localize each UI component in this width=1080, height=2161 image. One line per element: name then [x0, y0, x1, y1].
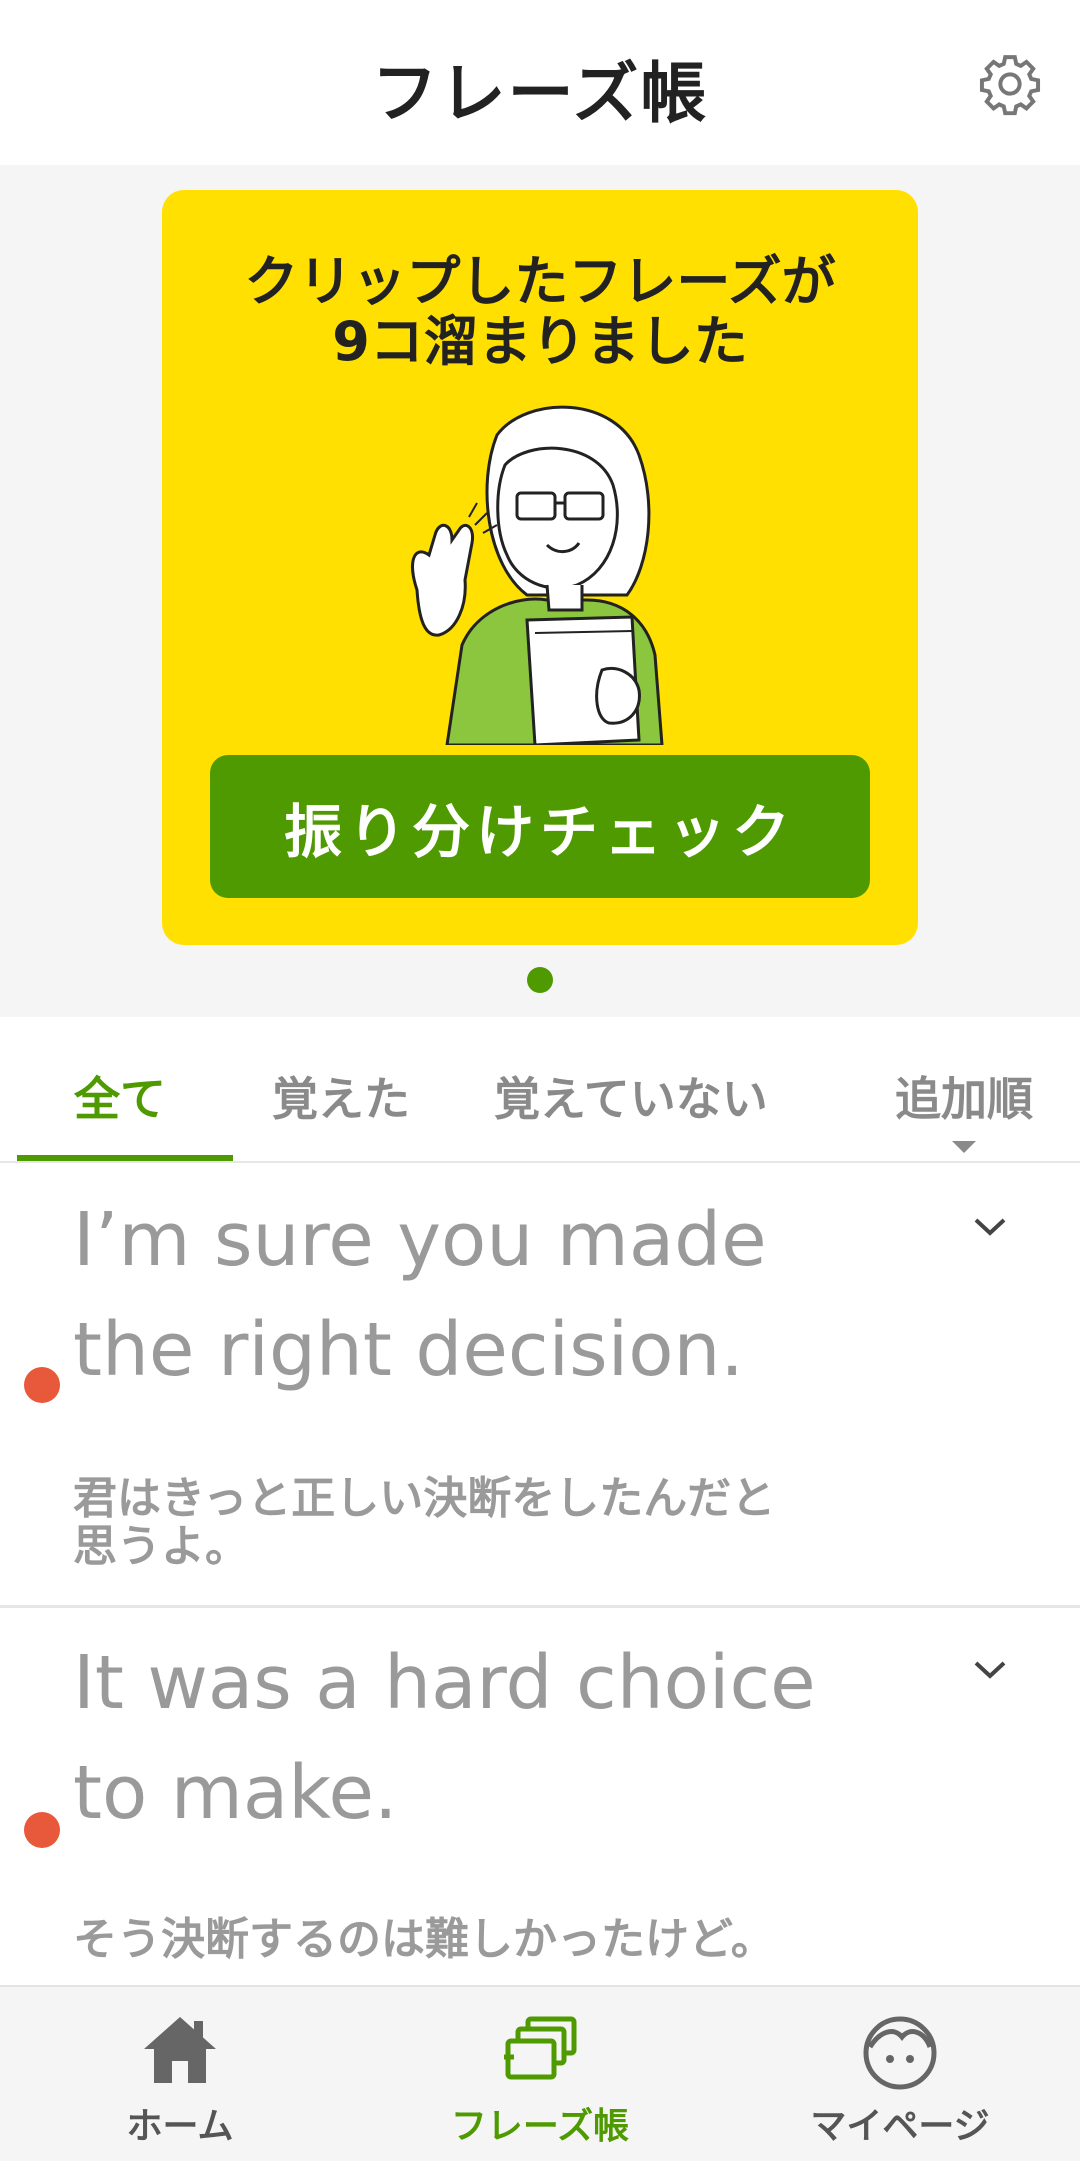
nav-mypage-icon-wrap — [750, 2013, 1050, 2093]
phrase-japanese-line1: そう決断するのは難しかったけど。 — [73, 1914, 775, 1965]
nav-phrasebook[interactable]: フレーズ帳 — [390, 1987, 690, 2161]
phrase-japanese: 君はきっと正しい決断をしたんだと 思うよ。 — [73, 1475, 893, 1571]
mypage-icon — [863, 2016, 937, 2090]
tab-not-learned[interactable]: 覚えていない — [494, 1063, 768, 1129]
phrase-card[interactable]: It was a hard choice to make. そう決断するのは難し… — [0, 1608, 1080, 1985]
nav-home[interactable]: ホーム — [30, 1987, 330, 2161]
sort-check-button[interactable]: 振り分けチェック — [210, 755, 870, 898]
phrasebook-icon — [504, 2016, 577, 2080]
chevron-down-icon — [974, 1218, 1006, 1236]
phrase-english-line2: to make. — [73, 1750, 398, 1836]
nav-home-label: ホーム — [126, 2106, 234, 2147]
phrase-japanese-line1: 君はきっと正しい決断をしたんだと — [73, 1473, 776, 1524]
chevron-down-icon — [974, 1661, 1006, 1679]
active-tab-indicator — [17, 1155, 233, 1161]
phrase-english-line1: It was a hard choice — [73, 1640, 816, 1726]
tab-learned[interactable]: 覚えた — [272, 1063, 410, 1129]
not-learned-status-dot — [24, 1367, 60, 1403]
phrase-list: I’m sure you made the right decision. 君は… — [0, 1165, 1080, 1985]
expand-button[interactable] — [970, 1212, 1020, 1252]
page-title: フレーズ帳 — [371, 55, 709, 132]
filter-tabs: 全て 覚えた 覚えていない 追加順 — [0, 1017, 1080, 1163]
teacher-illustration — [411, 405, 664, 745]
gear-icon — [979, 55, 1041, 116]
phrase-english: It was a hard choice to make. — [73, 1628, 893, 1848]
not-learned-status-dot — [24, 1812, 60, 1848]
sort-divider — [845, 1161, 1080, 1163]
home-icon — [144, 2017, 216, 2083]
carousel-page-indicator — [527, 967, 553, 993]
app-header: フレーズ帳 — [0, 0, 1080, 165]
settings-button[interactable] — [970, 44, 1050, 124]
banner-headline: クリップしたフレーズが 9コ溜まりました — [162, 252, 918, 372]
banner-carousel: クリップしたフレーズが 9コ溜まりました 振り分けチェック — [0, 165, 1080, 1017]
phrase-japanese-line2: 思うよ。 — [73, 1521, 249, 1572]
nav-phrasebook-icon-wrap — [390, 2013, 690, 2093]
nav-mypage[interactable]: マイページ — [750, 1987, 1050, 2161]
tab-all[interactable]: 全て — [74, 1063, 166, 1129]
nav-home-icon-wrap — [30, 2013, 330, 2093]
sort-order-dropdown[interactable]: 追加順 — [845, 1063, 1080, 1163]
nav-mypage-label: マイページ — [810, 2106, 990, 2147]
phrase-english-line1: I’m sure you made — [73, 1197, 767, 1283]
phrase-japanese: そう決断するのは難しかったけど。 — [73, 1916, 893, 1964]
phrase-english-line2: the right decision. — [73, 1307, 744, 1393]
caret-down-icon — [952, 1141, 976, 1153]
banner-headline-line2: 9コ溜まりました — [332, 310, 748, 373]
nav-phrasebook-label: フレーズ帳 — [450, 2106, 630, 2147]
bottom-navigation: ホーム フレーズ帳 マイページ — [0, 1985, 1080, 2161]
phrase-english: I’m sure you made the right decision. — [73, 1185, 893, 1405]
expand-button[interactable] — [970, 1655, 1020, 1695]
banner-card[interactable]: クリップしたフレーズが 9コ溜まりました 振り分けチェック — [162, 190, 918, 945]
banner-headline-line1: クリップしたフレーズが — [244, 250, 836, 313]
sort-label: 追加順 — [895, 1072, 1033, 1126]
phrase-card[interactable]: I’m sure you made the right decision. 君は… — [0, 1165, 1080, 1608]
